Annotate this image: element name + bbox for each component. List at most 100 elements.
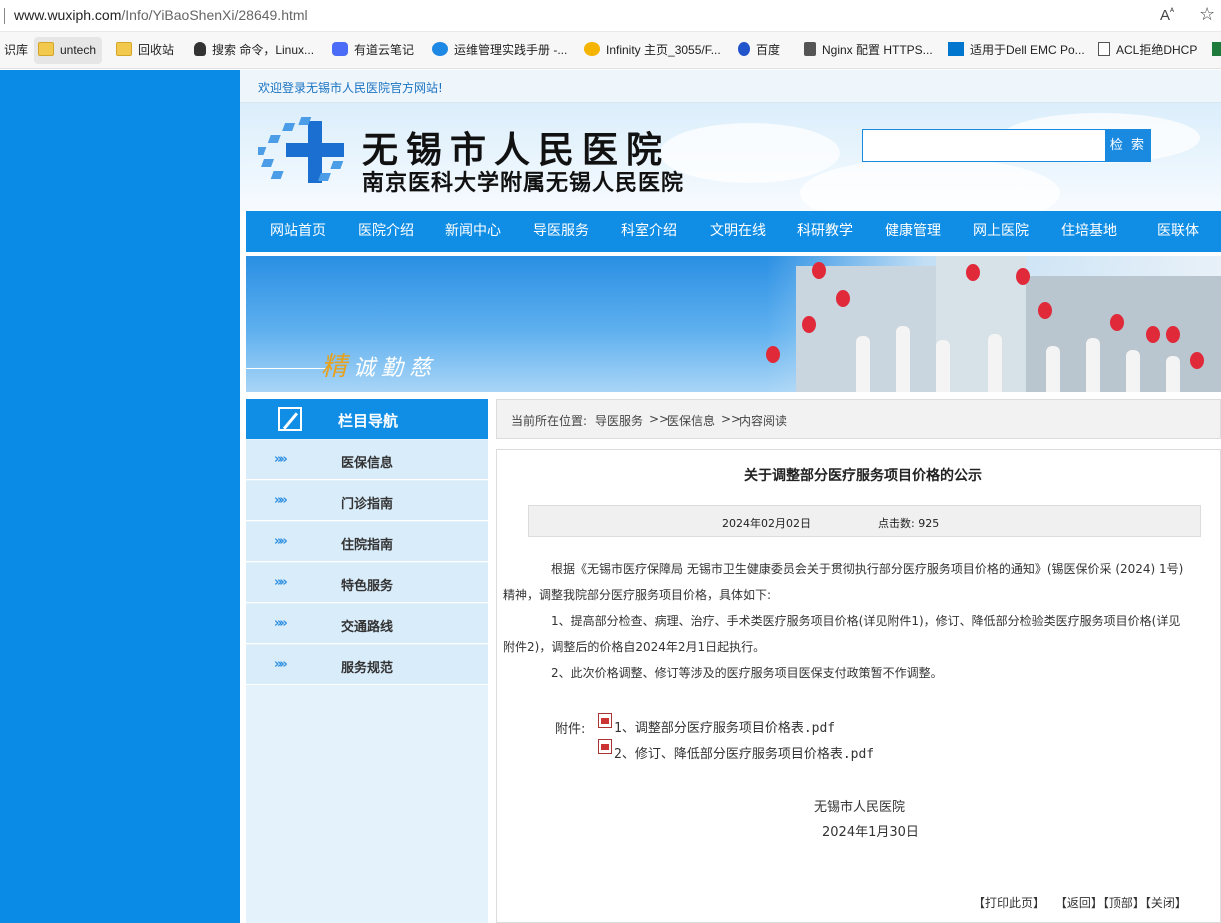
double-arrow-icon: »»: [274, 657, 288, 672]
text-cursor: [4, 8, 5, 24]
article-title: 关于调整部分医疗服务项目价格的公示: [744, 468, 982, 484]
url-path: /Info/YiBaoShenXi/28649.html: [121, 7, 308, 23]
url-text[interactable]: www.wuxiph.com/Info/YiBaoShenXi/28649.ht…: [14, 7, 308, 23]
top-link[interactable]: 【顶部】: [1103, 896, 1145, 910]
bookmark-folder-untech[interactable]: untech: [34, 37, 103, 64]
back-link[interactable]: 【返回】: [1055, 896, 1103, 910]
favorite-star-icon[interactable]: ☆: [1199, 4, 1215, 25]
site-container: 欢迎登录无锡市人民医院官方网站! 无锡市人民医院 南京医科大学附属无锡人民医院: [240, 70, 1221, 923]
balloon: [836, 290, 850, 307]
balloon: [1016, 268, 1030, 285]
nav-civility[interactable]: 文明在线: [710, 211, 766, 252]
read-aloud-icon[interactable]: Aᴬ: [1160, 6, 1174, 24]
bookmark-item[interactable]: ACL拒绝DHCP: [1094, 37, 1203, 64]
sidebar-item-medical-insurance[interactable]: »» 医保信息: [246, 440, 488, 480]
nav-news[interactable]: 新闻中心: [445, 211, 501, 252]
bookmark-label: ACL拒绝DHCP: [1116, 43, 1198, 57]
bookmark-label: 百度: [756, 43, 781, 57]
bookmark-item[interactable]: Infinity 主页_3055/F...: [580, 37, 727, 64]
balloon: [1146, 326, 1160, 343]
nginx-icon: [804, 42, 816, 56]
hero-banner: 精诚勤慈: [246, 256, 1221, 392]
bookmark-label: 运维管理实践手册 -...: [454, 43, 568, 57]
sidebar: 栏目导航 »» 医保信息 »» 门诊指南 »» 住院指南 »» 特色服务 »» 交通路线 …: [246, 399, 488, 923]
sidebar-item-outpatient[interactable]: »» 门诊指南: [246, 481, 488, 521]
nav-training-base[interactable]: 住培基地: [1061, 211, 1117, 252]
bookmark-item[interactable]: 搜索 命令，Linux...: [190, 37, 320, 64]
welcome-bar: 欢迎登录无锡市人民医院官方网站!: [240, 70, 1221, 103]
pdf-icon: [598, 713, 612, 728]
double-arrow-icon: »»: [274, 534, 288, 549]
nav-research[interactable]: 科研教学: [797, 211, 853, 252]
bookmark-item[interactable]: Nginx 配置 HTTPS...: [800, 37, 939, 64]
nav-home[interactable]: 网站首页: [270, 211, 326, 252]
hospital-subtitle: 南京医科大学附属无锡人民医院: [362, 170, 685, 196]
sidebar-item-traffic[interactable]: »» 交通路线: [246, 604, 488, 644]
bookmark-label: 有道云笔记: [354, 43, 415, 57]
nurse-figure: [1086, 338, 1100, 392]
swirl-icon: [432, 42, 448, 56]
sidebar-header: 栏目导航: [246, 399, 488, 439]
bookmark-item[interactable]: 有道云笔记: [328, 37, 420, 64]
address-bar[interactable]: www.wuxiph.com/Info/YiBaoShenXi/28649.ht…: [0, 0, 1221, 32]
sidebar-item-label: 特色服务: [341, 579, 394, 594]
bookmark-label: 适用于Dell EMC Po...: [970, 43, 1085, 57]
nurse-figure: [1126, 350, 1140, 392]
double-arrow-icon: »»: [274, 452, 288, 467]
double-arrow-icon: »»: [274, 575, 288, 590]
cloud-decoration: [660, 123, 840, 183]
close-link[interactable]: 【关闭】: [1145, 896, 1187, 910]
nurse-figure: [1166, 356, 1180, 392]
balloon: [812, 262, 826, 279]
sidebar-item-label: 交通路线: [341, 620, 394, 635]
nav-hospital-intro[interactable]: 医院介绍: [358, 211, 414, 252]
attachment-link-2[interactable]: 2、修订、降低部分医疗服务项目价格表.pdf: [614, 743, 874, 762]
sidebar-item-label: 住院指南: [341, 538, 394, 553]
print-link[interactable]: 【打印此页】: [973, 896, 1045, 910]
paragraph-text: 附件2)，调整后的价格自2024年2月1日起执行。: [503, 640, 766, 654]
balloon: [802, 316, 816, 333]
bookmark-item[interactable]: 百度: [734, 37, 786, 64]
sidebar-title: 栏目导航: [338, 412, 399, 430]
welcome-text: 欢迎登录无锡市人民医院官方网站!: [258, 81, 443, 95]
sidebar-item-special-service[interactable]: »» 特色服务: [246, 563, 488, 603]
slogan-rest: 诚勤慈: [353, 356, 438, 381]
attachment-link-1[interactable]: 1、调整部分医疗服务项目价格表.pdf: [614, 717, 835, 736]
nurse-figure: [856, 336, 870, 392]
balloon: [1190, 352, 1204, 369]
article-paragraph-1: 根据《无锡市医疗保障局 无锡市卫生健康委员会关于贯彻执行部分医疗服务项目价格的通…: [503, 556, 1212, 608]
paragraph-text: 1、提高部分检查、病理、治疗、手术类医疗服务项目价格(详见附件1)，修订、降低部…: [551, 614, 1181, 628]
cloud-decoration: [800, 158, 1060, 211]
nav-guide-service[interactable]: 导医服务: [533, 211, 589, 252]
nav-online-hospital[interactable]: 网上医院: [973, 211, 1029, 252]
nav-health[interactable]: 健康管理: [885, 211, 941, 252]
breadcrumb-link-insurance[interactable]: 医保信息: [667, 412, 715, 429]
banner-slogan: 精诚勤慈: [321, 346, 437, 383]
breadcrumb-link-guide[interactable]: 导医服务: [595, 412, 643, 429]
article-date: 2024年02月02日: [722, 517, 811, 530]
search-button[interactable]: 检 索: [1105, 129, 1151, 162]
bookmark-item[interactable]: 识库: [0, 37, 34, 64]
bookmark-item[interactable]: 适用于Dell EMC Po...: [944, 37, 1091, 64]
signature-org: 无锡市人民医院: [814, 800, 906, 815]
sidebar-item-service-norms[interactable]: »» 服务规范: [246, 645, 488, 685]
page-left-background: [0, 70, 240, 923]
nav-alliance[interactable]: 医联体: [1157, 211, 1199, 252]
bookmark-folder-recycle[interactable]: 回收站: [112, 37, 180, 64]
paragraph-text: 2、此次价格调整、修订等涉及的医疗服务项目医保支付政策暂不作调整。: [551, 666, 943, 680]
bookmark-label: 回收站: [138, 43, 175, 57]
overflow-icon: [1212, 42, 1221, 56]
search-input[interactable]: [862, 129, 1106, 162]
nurse-figure: [988, 334, 1002, 392]
article-panel: 关于调整部分医疗服务项目价格的公示 2024年02月02日 点击数: 925 根…: [496, 449, 1221, 923]
breadcrumb-current: 内容阅读: [739, 414, 788, 428]
sidebar-item-label: 医保信息: [341, 456, 394, 471]
folder-icon: [38, 42, 54, 56]
nav-departments[interactable]: 科室介绍: [621, 211, 677, 252]
bookmark-item[interactable]: 运维管理实践手册 -...: [428, 37, 573, 64]
breadcrumb-prefix: 当前所在位置:: [511, 414, 588, 428]
balloon: [1166, 326, 1180, 343]
sidebar-item-inpatient[interactable]: »» 住院指南: [246, 522, 488, 562]
bookmark-overflow[interactable]: [1208, 37, 1221, 64]
signature-date: 2024年1月30日: [822, 825, 919, 840]
